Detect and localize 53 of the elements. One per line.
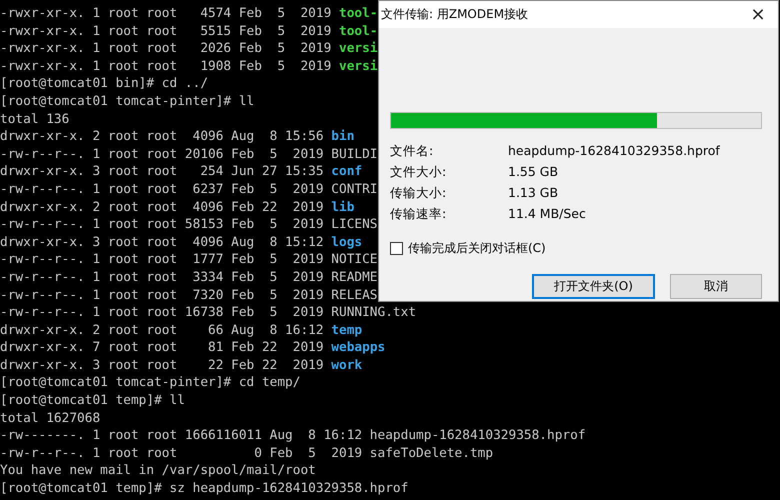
open-folder-button[interactable]: 打开文件夹(O) bbox=[532, 274, 655, 299]
terminal-text: drwxr-xr-x. 3 root root 4096 Aug 8 15:12 bbox=[0, 234, 325, 250]
terminal-text: -rwxr-xr-x. 1 root root 2026 Feb 5 2019 bbox=[0, 41, 332, 56]
terminal-text: -rw-------. 1 root root 1666116011 Aug 8 16:12 heapdump-1628410329358.hprof bbox=[0, 428, 586, 444]
directory-name: webapps bbox=[331, 340, 386, 356]
field-label: 文件名: bbox=[390, 143, 434, 159]
terminal-text: drwxr-xr-x. 2 root root 4096 Feb 22 2019 bbox=[0, 200, 325, 215]
directory-name: bin bbox=[331, 129, 354, 144]
cancel-button[interactable]: 取消 bbox=[670, 274, 762, 299]
directory-name: lib bbox=[331, 200, 354, 215]
terminal-text: [root@tomcat01 bin]# cd ../ bbox=[0, 76, 208, 92]
terminal-text: drwxr-xr-x. 2 root root 4096 Aug 8 15:56 bbox=[0, 129, 325, 144]
field-value: heapdump-1628410329358.hprof bbox=[508, 143, 721, 159]
directory-name: conf bbox=[331, 164, 362, 180]
close-when-done-checkbox[interactable]: 传输完成后关闭对话框(C) bbox=[390, 240, 762, 257]
terminal-text: -rwxr-xr-x. 1 root root 5515 Feb 5 2019 bbox=[0, 24, 332, 39]
executable-name: tool- bbox=[339, 24, 378, 39]
terminal-text: -rw-r--r--. 1 root root 7320 Feb 5 2019 RELEAS bbox=[0, 288, 378, 302]
terminal-text: -rw-r--r--. 1 root root 6237 Feb 5 2019 CONTRI bbox=[0, 182, 378, 197]
terminal-text: -rw-r--r--. 1 root root 16738 Feb 5 2019 RUNNING.txt bbox=[0, 305, 416, 320]
executable-name: tool- bbox=[339, 6, 378, 21]
executable-name: versi bbox=[339, 41, 378, 56]
terminal-text: [root@tomcat01 temp]# sz heapdump-1628410329358.hprof bbox=[0, 481, 408, 496]
terminal-text: -rwxr-xr-x. 1 root root 1908 Feb 5 2019 bbox=[0, 58, 332, 74]
field-value: 1.55 GB bbox=[508, 164, 560, 180]
terminal-text: drwxr-xr-x. 3 root root 254 Jun 27 15:35 bbox=[0, 164, 325, 180]
terminal-text: drwxr-xr-x. 7 root root 81 Feb 22 2019 bbox=[0, 340, 325, 356]
terminal-text: [root@tomcat01 temp]# ll bbox=[0, 393, 185, 408]
terminal-text: You have new mail in /var/spool/mail/root bbox=[0, 463, 316, 478]
terminal-text: drwxr-xr-x. 2 root root 66 Aug 8 16:12 bbox=[0, 322, 325, 338]
terminal-text: -rwxr-xr-x. 1 root root 4574 Feb 5 2019 bbox=[0, 6, 332, 21]
directory-name: work bbox=[331, 358, 362, 373]
checkbox-icon[interactable] bbox=[390, 242, 403, 255]
field-label: 传输大小: bbox=[390, 185, 448, 201]
terminal-text: drwxr-xr-x. 3 root root 22 Feb 22 2019 bbox=[0, 358, 325, 373]
terminal-text: -rw-r--r--. 1 root root 20106 Feb 5 2019 BUILDI bbox=[0, 146, 378, 162]
field-label: 传输速率: bbox=[390, 206, 448, 222]
terminal-text: [root@tomcat01 tomcat-pinter]# ll bbox=[0, 94, 254, 109]
terminal-text: -rw-r--r--. 1 root root 58153 Feb 5 2019 LICENS bbox=[0, 217, 378, 232]
terminal-text: -rw-r--r--. 1 root root 3334 Feb 5 2019 README bbox=[0, 270, 378, 285]
field-label: 文件大小: bbox=[390, 164, 448, 180]
terminal-text: total 1627068 bbox=[0, 410, 100, 426]
window-title: 文件传输: 用ZMODEM接收 bbox=[381, 6, 528, 23]
terminal-text: [root@tomcat01 tomcat-pinter]# cd temp/ bbox=[0, 375, 300, 390]
field-value: 11.4 MB/Sec bbox=[508, 206, 587, 222]
executable-name: versi bbox=[339, 58, 378, 74]
terminal-text: -rw-r--r--. 1 root root 1777 Feb 5 2019 NOTICE bbox=[0, 252, 378, 268]
directory-name: temp bbox=[331, 322, 362, 338]
directory-name: logs bbox=[331, 234, 362, 250]
terminal-text: -rw-r--r--. 1 root root 0 Feb 5 2019 safeToDelete.tmp bbox=[0, 446, 494, 461]
terminal-text: total 136 bbox=[0, 112, 70, 127]
close-button[interactable]: × bbox=[738, 1, 778, 28]
field-value: 1.13 GB bbox=[508, 185, 560, 201]
